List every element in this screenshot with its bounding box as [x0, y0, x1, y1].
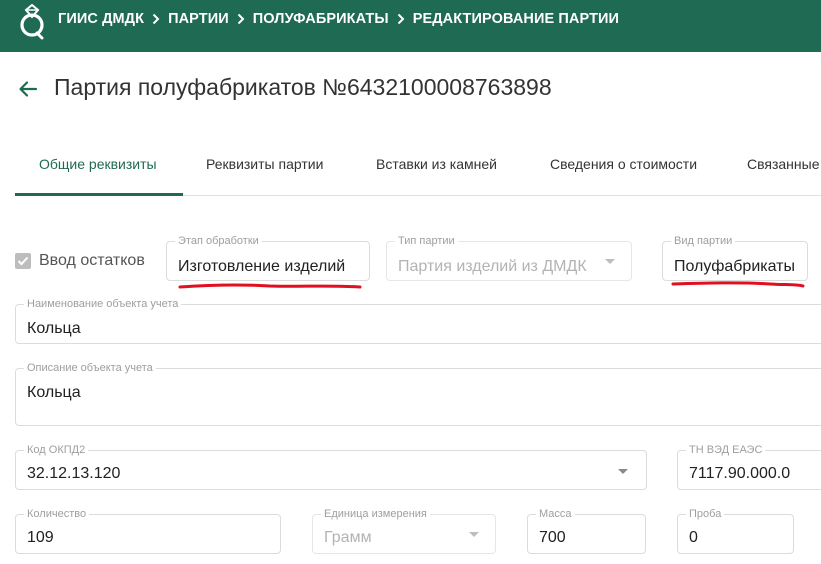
- tab-general[interactable]: Общие реквизиты: [39, 156, 157, 172]
- tab-batch-details[interactable]: Реквизиты партии: [206, 156, 323, 172]
- quantity-value: 109: [27, 529, 54, 546]
- page-title: Партия полуфабрикатов №6432100008763898: [54, 74, 552, 100]
- breadcrumb: ГИИС ДМДК ПАРТИИ ПОЛУФАБРИКАТЫ РЕДАКТИРО…: [58, 11, 619, 27]
- residual-input-checkbox-row[interactable]: Ввод остатков: [15, 252, 145, 270]
- object-name-label: Наименование объекта учета: [24, 298, 182, 311]
- probe-field[interactable]: Проба 0: [677, 508, 794, 554]
- chevron-down-icon: [605, 259, 615, 264]
- residual-input-label: Ввод остатков: [39, 252, 145, 269]
- batch-kind-label: Вид партии: [671, 235, 736, 248]
- arrow-left-icon[interactable]: [16, 77, 40, 101]
- breadcrumb-item-batches[interactable]: ПАРТИИ: [168, 11, 229, 27]
- unit-value: Грамм: [324, 529, 372, 546]
- chevron-right-icon: [152, 13, 160, 25]
- processing-stage-value: Изготовление изделий: [178, 258, 346, 275]
- tab-bar: Общие реквизиты Реквизиты партии Вставки…: [15, 140, 821, 196]
- quantity-field[interactable]: Количество 109: [15, 508, 281, 554]
- chevron-down-icon: [618, 469, 628, 474]
- red-underline-annotation: [671, 281, 805, 288]
- app-header: ГИИС ДМДК ПАРТИИ ПОЛУФАБРИКАТЫ РЕДАКТИРО…: [0, 0, 821, 52]
- okpd2-select[interactable]: Код ОКПД2 32.12.13.120: [15, 444, 647, 490]
- mass-label: Масса: [536, 508, 575, 521]
- probe-value: 0: [689, 529, 698, 546]
- unit-label: Единица измерения: [321, 508, 430, 521]
- tab-stone-inserts[interactable]: Вставки из камней: [376, 156, 497, 172]
- chevron-right-icon: [237, 13, 245, 25]
- tn-ved-field[interactable]: ТН ВЭД ЕАЭС 7117.90.000.0: [677, 444, 821, 490]
- batch-type-label: Тип партии: [395, 235, 458, 248]
- batch-type-value: Партия изделий из ДМДК: [398, 258, 587, 275]
- batch-kind-value: Полуфабрикаты: [674, 258, 795, 275]
- ring-gem-logo-icon[interactable]: [16, 4, 48, 40]
- chevron-down-icon: [469, 532, 479, 537]
- object-name-value: Кольца: [27, 320, 81, 337]
- check-icon: [17, 256, 29, 266]
- processing-stage-field[interactable]: Этап обработки Изготовление изделий: [166, 235, 370, 281]
- object-description-value: Кольца: [27, 384, 81, 401]
- tab-related[interactable]: Связанные: [747, 156, 820, 172]
- processing-stage-label: Этап обработки: [175, 235, 262, 248]
- residual-input-checkbox[interactable]: [15, 253, 31, 269]
- quantity-label: Количество: [24, 508, 90, 521]
- tn-ved-value: 7117.90.000.0: [689, 465, 791, 482]
- okpd2-value: 32.12.13.120: [27, 465, 121, 482]
- mass-field[interactable]: Масса 700: [527, 508, 646, 554]
- red-underline-annotation: [178, 283, 362, 289]
- tab-cost-info[interactable]: Сведения о стоимости: [550, 156, 697, 172]
- breadcrumb-item-giis[interactable]: ГИИС ДМДК: [58, 11, 144, 27]
- unit-select[interactable]: Единица измерения Грамм: [312, 508, 496, 554]
- batch-type-select[interactable]: Тип партии Партия изделий из ДМДК: [386, 235, 632, 281]
- probe-label: Проба: [686, 508, 725, 521]
- object-name-field[interactable]: Наименование объекта учета Кольца: [15, 298, 821, 344]
- chevron-right-icon: [397, 13, 405, 25]
- object-description-label: Описание объекта учета: [24, 362, 156, 375]
- okpd2-label: Код ОКПД2: [24, 444, 89, 457]
- breadcrumb-item-semifinished[interactable]: ПОЛУФАБРИКАТЫ: [253, 11, 389, 27]
- tn-ved-label: ТН ВЭД ЕАЭС: [686, 444, 766, 457]
- object-description-field[interactable]: Описание объекта учета Кольца: [15, 362, 821, 426]
- mass-value: 700: [539, 529, 566, 546]
- active-tab-indicator: [15, 193, 183, 196]
- breadcrumb-item-edit-batch: РЕДАКТИРОВАНИЕ ПАРТИИ: [412, 11, 620, 27]
- batch-kind-field[interactable]: Вид партии Полуфабрикаты: [662, 235, 808, 281]
